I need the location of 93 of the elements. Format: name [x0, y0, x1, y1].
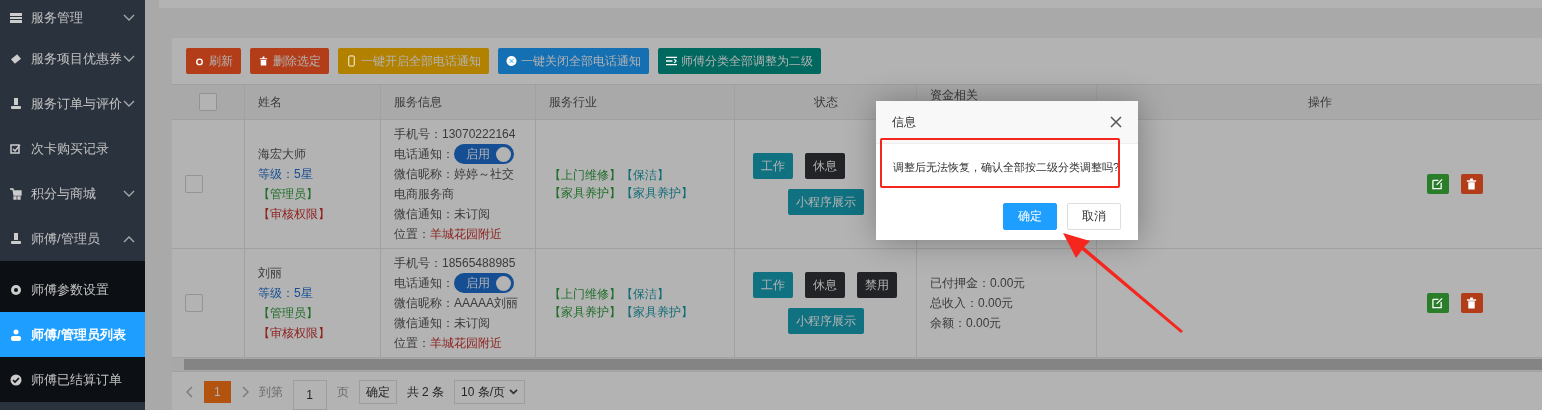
role-label: 【管理员】 [258, 186, 319, 203]
toggle-switch[interactable]: 启用 [454, 273, 514, 293]
funds-text: 总收入：0.00元 [930, 295, 1015, 312]
sidebar-item[interactable]: 师傅参数设置 [0, 267, 145, 312]
row-checkbox[interactable] [185, 294, 203, 312]
refresh-icon [194, 55, 205, 67]
settings-icon [10, 283, 22, 296]
page-label: 页 [336, 383, 349, 401]
check-icon [10, 142, 22, 155]
total-count: 共 2 条 [406, 383, 445, 401]
funds-text: 余额：0.00元 [930, 315, 1003, 332]
ticket-icon [10, 52, 22, 65]
user-icon [10, 328, 22, 341]
page-input[interactable]: 1 [292, 380, 327, 410]
field-label: 电话通知： [394, 275, 454, 292]
wechat-notify-status: 微信通知：未订阅 [394, 315, 491, 332]
cart-icon [10, 187, 22, 200]
role-label: 【管理员】 [258, 305, 319, 322]
permission-label: 【审核权限】 [258, 325, 331, 342]
edit-icon [1432, 178, 1443, 190]
industry-tag: 【上门维修】 [549, 285, 621, 303]
toggle-switch[interactable]: 启用 [454, 144, 514, 164]
column-header: 姓名 [258, 93, 282, 111]
industry-tag: 【保洁】 [621, 285, 693, 303]
status-button[interactable]: 禁用 [857, 272, 897, 298]
trash-icon [1466, 297, 1477, 309]
dialog-button[interactable]: 取消 [1067, 203, 1121, 230]
master-name: 刘丽 [258, 265, 283, 282]
person-icon [10, 97, 22, 110]
confirm-button[interactable]: 确定 [358, 380, 397, 404]
industry-tag: 【家具养护】 [621, 303, 693, 321]
page-size-select[interactable]: 10 条/页 [454, 380, 526, 404]
sidebar-item[interactable]: 积分与商城 [0, 171, 145, 216]
phone-number: 手机号：13070222164 [394, 126, 517, 143]
column-header: 服务信息 [394, 93, 442, 111]
column-header: 状态 [813, 93, 838, 111]
star-level: 等级：5星 [258, 285, 314, 302]
close-icon[interactable] [1110, 116, 1122, 128]
sidebar-item[interactable]: 师傅/管理员 [0, 216, 145, 261]
funds-text: 已付押金：0.00元 [930, 275, 1027, 292]
sidebar-item[interactable]: 服务管理 [0, 0, 145, 36]
delete-button[interactable] [1460, 293, 1483, 313]
chevron-icon [123, 189, 135, 198]
sidebar-item[interactable]: 次卡购买记录 [0, 126, 145, 171]
status-button[interactable]: 休息 [805, 272, 845, 298]
chevron-icon [123, 54, 135, 63]
master-name: 海宏大师 [258, 146, 307, 163]
industry-tag: 【家具养护】 [549, 303, 621, 321]
phone-icon [346, 55, 357, 67]
column-header: 资金相关 [930, 87, 978, 104]
wechat-nickname: 微信昵称：AAAAA刘丽 [394, 295, 520, 312]
industry-tag: 【家具养护】 [621, 184, 693, 202]
chevron-icon [123, 14, 135, 22]
delete-button[interactable] [1460, 174, 1483, 194]
person-icon [10, 232, 22, 245]
select-all-checkbox[interactable] [199, 93, 217, 111]
trash-icon [258, 55, 269, 67]
location-text: 羊城花园附近 [430, 335, 502, 352]
close-icon [506, 55, 517, 67]
wechat-notify-status: 微信通知：未订阅 [394, 206, 491, 223]
column-header: 操作 [1307, 93, 1332, 111]
next-page-icon[interactable] [240, 386, 249, 398]
status-button[interactable]: 休息 [805, 153, 845, 179]
industry-tag: 【保洁】 [621, 166, 693, 184]
phone-number: 手机号：18565488985 [394, 255, 517, 272]
column-header: 服务行业 [549, 93, 597, 111]
wechat-nickname: 微信昵称：婷婷～社交电商服务商 [394, 166, 515, 203]
list-icon [10, 12, 22, 24]
chevron-icon [123, 99, 135, 108]
check-circle-icon [10, 373, 22, 386]
location-text: 羊城花园附近 [430, 226, 502, 243]
goto-label: 到第 [258, 383, 283, 401]
dialog-title: 信息 [892, 113, 916, 131]
previous-page-icon[interactable] [186, 386, 194, 398]
field-label: 位置： [394, 226, 430, 243]
edit-button[interactable] [1426, 174, 1449, 194]
sidebar-item[interactable]: 师傅已结算订单 [0, 357, 145, 402]
row-checkbox[interactable] [185, 175, 203, 193]
permission-label: 【审核权限】 [258, 206, 331, 223]
horizontal-scrollbar[interactable] [172, 358, 1542, 371]
trash-icon [1466, 178, 1477, 190]
field-label: 电话通知： [394, 146, 454, 163]
industry-tag: 【上门维修】 [549, 166, 621, 184]
indent-icon [666, 55, 677, 67]
industry-tag: 【家具养护】 [549, 184, 621, 202]
edit-icon [1432, 297, 1443, 309]
field-label: 位置： [394, 335, 430, 352]
sidebar-item[interactable]: 服务订单与评价 [0, 81, 145, 126]
chevron-icon [123, 234, 135, 243]
caret-icon [509, 388, 519, 396]
star-level: 等级：5星 [258, 166, 314, 183]
sidebar-item[interactable]: 服务项目优惠券 [0, 36, 145, 81]
edit-button[interactable] [1426, 293, 1449, 313]
